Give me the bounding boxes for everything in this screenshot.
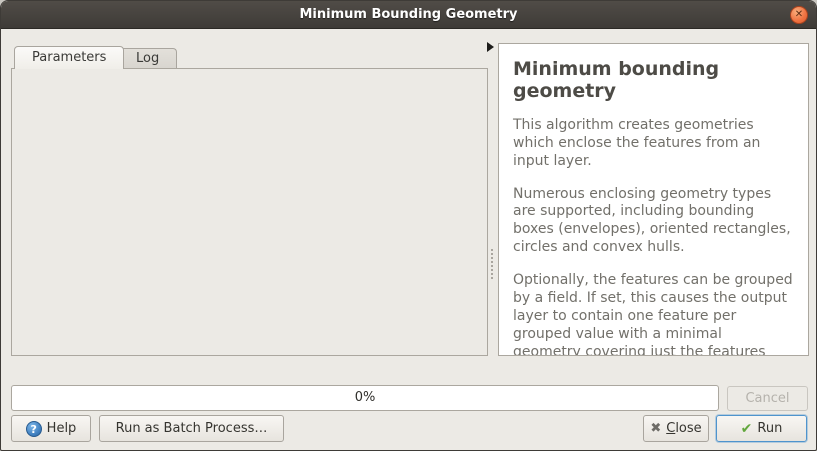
splitter-handle[interactable] [491, 249, 494, 279]
cancel-label: Cancel [745, 391, 789, 406]
collapse-help-arrow-icon[interactable] [487, 42, 494, 52]
help-icon: ? [26, 421, 42, 437]
close-label: Close [666, 421, 701, 436]
window-close-button[interactable]: ✕ [790, 6, 808, 24]
run-label: Run [757, 421, 782, 436]
tab-parameters[interactable]: Parameters [14, 46, 124, 69]
help-paragraph: This algorithm creates geometries which … [513, 117, 794, 171]
cancel-button: Cancel [727, 386, 808, 411]
batch-label: Run as Batch Process… [116, 421, 268, 436]
help-label: Help [47, 421, 77, 436]
window-title: Minimum Bounding Geometry [1, 1, 816, 29]
minimum-bounding-geometry-dialog: Minimum Bounding Geometry ✕ Parameters L… [0, 0, 817, 451]
progress-bar: 0% [11, 385, 719, 411]
run-as-batch-process-button[interactable]: Run as Batch Process… [99, 415, 284, 442]
help-panel: Minimum bounding geometry This algorithm… [498, 43, 809, 356]
titlebar: Minimum Bounding Geometry ✕ [1, 1, 816, 29]
tab-log[interactable]: Log [118, 48, 177, 69]
run-button[interactable]: ✔ Run [716, 415, 807, 442]
close-button[interactable]: ✖ Close [643, 415, 709, 442]
progress-value: 0% [355, 390, 376, 405]
close-icon: ✕ [795, 9, 803, 20]
run-check-icon: ✔ [741, 421, 753, 437]
help-paragraph: Optionally, the features can be grouped … [513, 272, 794, 356]
help-button[interactable]: ? Help [11, 415, 91, 442]
help-title: Minimum bounding geometry [513, 58, 794, 103]
parameters-pane [11, 68, 488, 356]
close-cross-icon: ✖ [650, 421, 661, 436]
help-paragraph: Numerous enclosing geometry types are su… [513, 186, 794, 258]
